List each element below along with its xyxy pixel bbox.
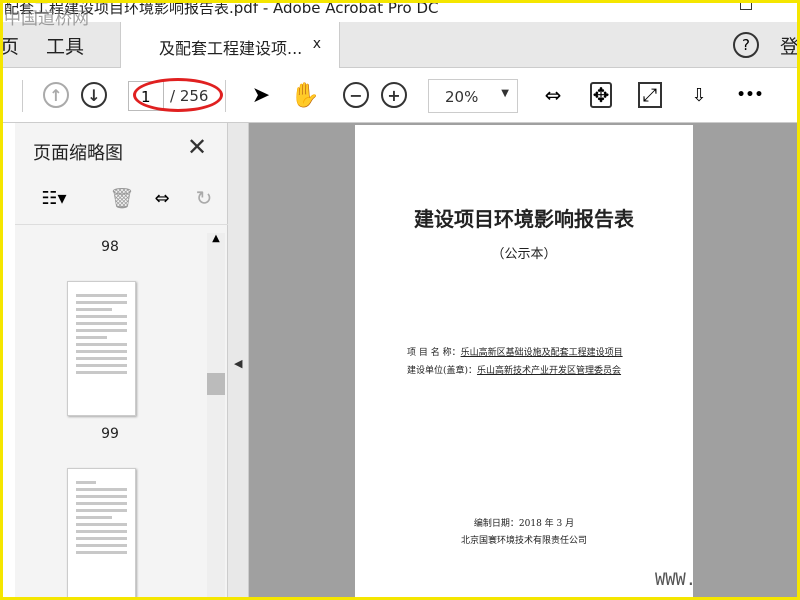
thumbnails-panel: 页面缩略图 ✕ ☷▾ 🗑 ⇔ ↻ 98 99 ▲ <box>15 123 228 600</box>
pdf-page: 建设项目环境影响报告表 （公示本） 项 目 名 称：乐山高新区基础设施及配套工程… <box>355 125 693 600</box>
help-icon[interactable]: ? <box>733 32 759 58</box>
more-tools-icon[interactable]: ••• <box>737 82 764 108</box>
scrollbar-thumb[interactable] <box>207 373 225 395</box>
page-label: 98 <box>101 239 119 255</box>
tab-document-label: 及配套工程建设项... <box>159 39 303 58</box>
page-thumbnail[interactable] <box>67 468 136 600</box>
sign-in-link[interactable]: 登 <box>780 32 799 59</box>
watermark-logo: 中国道桥网 <box>4 9 89 29</box>
project-name-row: 项 目 名 称：乐山高新区基础设施及配套工程建设项目 <box>407 345 623 358</box>
panel-collapse-handle[interactable]: ◀ <box>228 123 249 600</box>
rotate-icon[interactable]: ↻ <box>191 185 217 211</box>
scroll-mode-icon[interactable]: ⇔ <box>540 82 566 108</box>
chevron-down-icon: ▼ <box>501 88 509 99</box>
tab-tools[interactable]: 工具 <box>46 32 84 59</box>
unit-label: 建设单位(盖章)： <box>407 366 478 376</box>
divider <box>22 80 23 112</box>
page-label: 99 <box>101 426 119 442</box>
read-mode-icon[interactable]: ⇩ <box>686 82 712 108</box>
project-label: 项 目 名 称： <box>407 348 461 358</box>
maximize-button[interactable] <box>740 0 752 10</box>
extract-page-icon[interactable]: ⇔ <box>149 185 175 211</box>
close-tab-icon[interactable]: x <box>313 36 321 52</box>
zoom-out-icon[interactable]: − <box>343 82 369 108</box>
delete-icon[interactable]: 🗑 <box>109 185 135 211</box>
thumbnail-scrollbar[interactable]: ▲ <box>207 233 225 600</box>
select-cursor-icon[interactable]: ➤ <box>248 82 274 108</box>
tab-home[interactable]: 页 <box>0 32 19 59</box>
toolbar: ↑ ↓ 1 / 256 ➤ ✋ − + 20% ▼ ⇔ ✥ ⤢ ⇩ ••• <box>0 68 800 123</box>
document-subtitle: （公示本） <box>491 247 557 262</box>
next-page-icon[interactable]: ↓ <box>81 82 107 108</box>
hand-tool-icon[interactable]: ✋ <box>290 81 320 109</box>
panel-title: 页面缩略图 <box>33 143 123 164</box>
compile-date: 编制日期：2018 年 3 月 <box>473 519 575 529</box>
title-bar: 配套工程建设项目环境影响报告表.pdf - Adobe Acrobat Pro … <box>0 0 800 22</box>
tab-bar: 页 工具 及配套工程建设项... x ? 登 <box>0 22 800 69</box>
document-view: ◀ 建设项目环境影响报告表 （公示本） 项 目 名 称：乐山高新区基础设施及配套… <box>228 123 800 600</box>
close-panel-icon[interactable]: ✕ <box>187 133 207 161</box>
zoom-in-icon[interactable]: + <box>381 82 407 108</box>
fit-page-icon[interactable]: ✥ <box>590 82 612 108</box>
previous-page-icon[interactable]: ↑ <box>43 82 69 108</box>
document-title: 建设项目环境影响报告表 <box>414 207 634 231</box>
page-thumbnail[interactable] <box>67 281 136 416</box>
tab-document[interactable]: 及配套工程建设项... x <box>120 22 340 69</box>
divider <box>225 80 226 112</box>
panel-toolbar: ☷▾ 🗑 ⇔ ↻ <box>15 173 228 225</box>
watermark-text: WWW. <box>655 570 696 590</box>
full-screen-icon[interactable]: ⤢ <box>638 82 662 108</box>
zoom-select[interactable]: 20% ▼ <box>428 79 518 113</box>
scroll-up-icon[interactable]: ▲ <box>207 233 225 244</box>
red-annotation-circle <box>133 78 223 112</box>
thumbnail-list: 98 99 <box>15 231 205 600</box>
company-name: 北京国寰环境技术有限责任公司 <box>460 536 587 546</box>
unit-row: 建设单位(盖章)：乐山高新技术产业开发区管理委员会 <box>407 363 621 376</box>
zoom-value: 20% <box>445 88 479 106</box>
collapse-arrow-icon: ◀ <box>234 357 243 370</box>
options-menu-icon[interactable]: ☷▾ <box>37 185 71 211</box>
unit-name: 乐山高新技术产业开发区管理委员会 <box>477 366 622 376</box>
project-name: 乐山高新区基础设施及配套工程建设项目 <box>460 348 623 358</box>
